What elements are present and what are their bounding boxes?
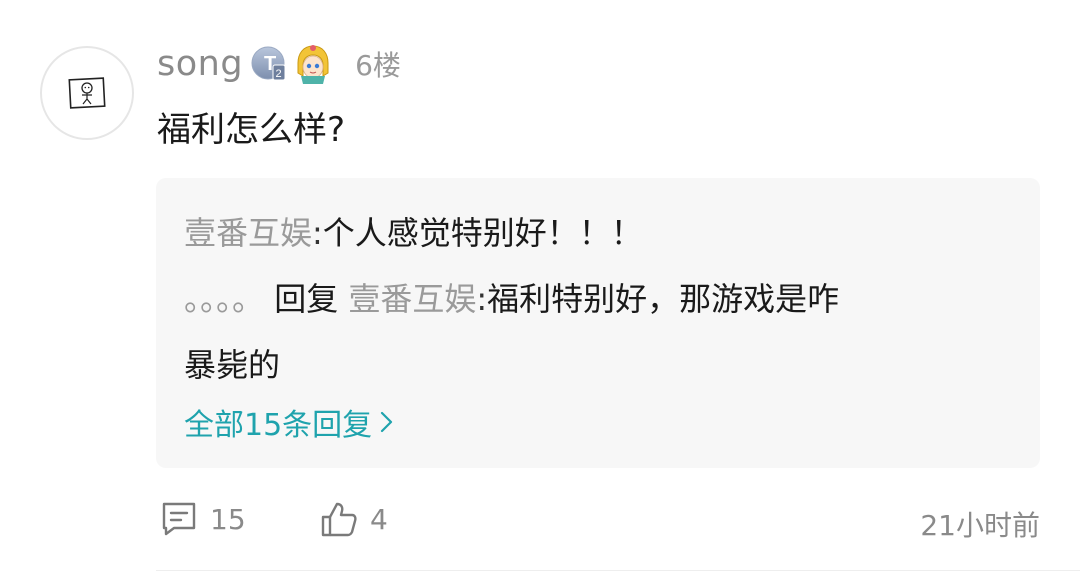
t2-level-badge-icon: T 2: [251, 46, 286, 81]
user-avatar[interactable]: [40, 46, 134, 140]
comment-footer: 15 4 21小时前: [160, 500, 1040, 542]
sketch-avatar-icon: [68, 77, 106, 109]
username[interactable]: song: [157, 44, 243, 84]
reply-separator: :: [476, 280, 488, 318]
view-all-replies-label: 全部15条回复: [184, 408, 373, 443]
comment-count: 15: [210, 502, 246, 536]
reply-item[interactable]: 。。。。 回复 壹番互娱:福利特别好，那游戏是咋: [184, 274, 839, 320]
reply-target-username[interactable]: 壹番互娱: [348, 280, 476, 318]
reply-username[interactable]: 壹番互娱: [184, 214, 312, 252]
reply-item[interactable]: 壹番互娱:个人感觉特别好！！！: [184, 208, 643, 254]
timestamp: 21小时前: [920, 509, 1040, 542]
cartoon-girl-badge-icon: [297, 45, 329, 84]
reply-username[interactable]: 。。。。: [184, 280, 264, 318]
reply-separator: :: [312, 214, 323, 252]
comment-header: song T 2 6楼: [157, 40, 401, 88]
divider: [156, 570, 1080, 571]
thumbs-up-icon: [321, 502, 357, 537]
reply-text-continued: 暴毙的: [184, 346, 281, 384]
comment-icon: [162, 502, 196, 536]
chevron-right-icon: [381, 411, 393, 433]
reply-text: 个人感觉特别好！！！: [322, 214, 643, 252]
floor-label: 6楼: [355, 49, 401, 82]
like-count: 4: [370, 502, 388, 536]
reply-word: 回复: [274, 280, 339, 318]
comment-text: 福利怎么样?: [157, 110, 346, 150]
svg-text:2: 2: [276, 68, 282, 80]
like-action[interactable]: 4: [320, 500, 388, 538]
reply-text: 福利特别好，那游戏是咋: [487, 280, 840, 318]
reply-action[interactable]: 15: [160, 500, 246, 538]
reply-preview-box[interactable]: 壹番互娱:个人感觉特别好！！！ 。。。。 回复 壹番互娱:福利特别好，那游戏是咋…: [156, 178, 1040, 468]
view-all-replies-link[interactable]: 全部15条回复: [184, 400, 394, 444]
